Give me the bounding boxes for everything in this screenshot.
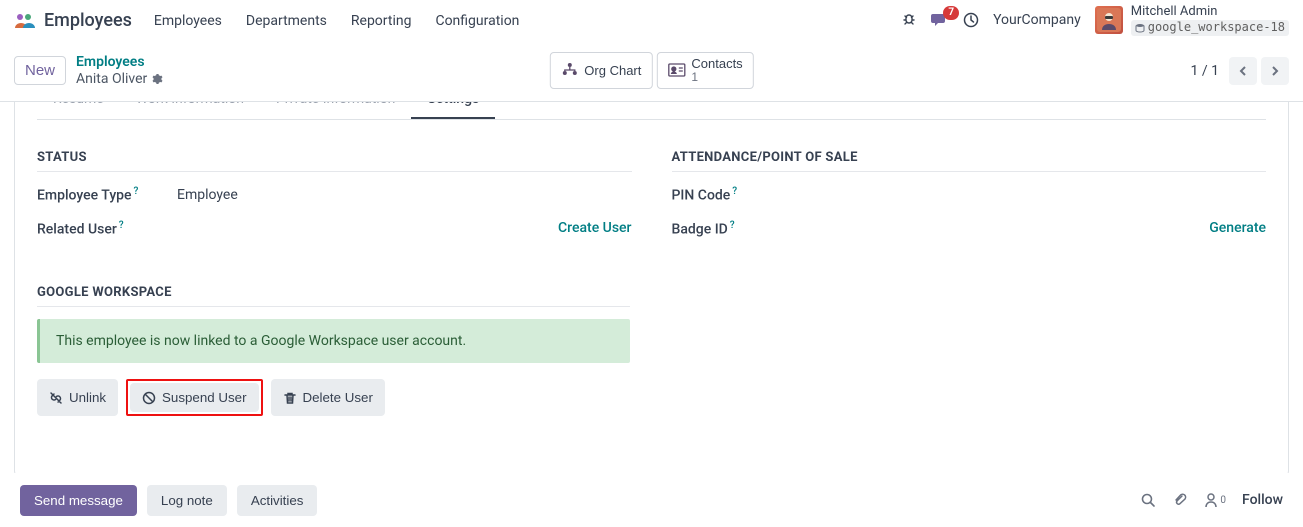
follower-count: 0 [1220,495,1226,506]
unlink-icon [49,391,63,405]
label-related-user: Related User? [37,220,177,238]
search-messages-icon[interactable] [1140,492,1156,508]
user-name: Mitchell Admin [1131,5,1289,20]
pager-next-button[interactable] [1261,57,1289,85]
nav-departments[interactable]: Departments [246,13,327,29]
messaging-badge: 7 [943,6,959,20]
help-icon[interactable]: ? [134,186,139,197]
ban-icon [142,391,156,405]
new-button[interactable]: New [14,56,66,85]
follow-button[interactable]: Follow [1242,492,1283,508]
user-menu[interactable]: Mitchell Admin google_workspace-18 [1095,5,1289,36]
help-icon[interactable]: ? [732,186,737,197]
database-badge: google_workspace-18 [1131,20,1289,36]
label-employee-type: Employee Type? [37,186,177,204]
nav-configuration[interactable]: Configuration [435,13,519,29]
trash-icon [283,391,297,405]
label-pin-code: PIN Code? [672,186,812,204]
generate-link[interactable]: Generate [1209,220,1266,236]
app-title[interactable]: Employees [44,10,132,31]
company-selector[interactable]: YourCompany [993,12,1081,28]
create-user-link[interactable]: Create User [558,220,631,236]
help-icon[interactable]: ? [730,220,735,231]
breadcrumb: Employees Anita Oliver [76,54,163,86]
suspend-user-button[interactable]: Suspend User [130,383,258,412]
log-note-button[interactable]: Log note [147,485,227,516]
section-status: STATUS [37,150,632,172]
pager-text[interactable]: 1 / 1 [1191,63,1219,79]
section-google-workspace: GOOGLE WORKSPACE [37,285,630,307]
avatar [1095,6,1123,34]
chevron-left-icon [1238,65,1248,77]
section-attendance: ATTENDANCE/POINT OF SALE [672,150,1267,172]
debug-icon[interactable] [901,12,917,28]
tab-work-information[interactable]: Work Information [120,102,260,119]
send-message-button[interactable]: Send message [20,485,137,516]
org-chart-icon [560,62,578,78]
unlink-button[interactable]: Unlink [37,379,118,416]
delete-user-button[interactable]: Delete User [271,379,385,416]
followers-icon[interactable]: 0 [1204,492,1226,508]
activities-icon[interactable] [963,12,979,28]
breadcrumb-parent[interactable]: Employees [76,54,163,70]
contact-card-icon [667,63,685,77]
label-badge-id: Badge ID? [672,220,812,238]
breadcrumb-current: Anita Oliver [76,71,163,87]
app-icon[interactable] [14,12,36,30]
highlight-suspend: Suspend User [126,379,262,416]
pager-prev-button[interactable] [1229,57,1257,85]
contacts-button[interactable]: Contacts1 [656,52,753,89]
help-icon[interactable]: ? [119,220,124,231]
nav-reporting[interactable]: Reporting [351,13,412,29]
org-chart-button[interactable]: Org Chart [549,52,652,89]
attachments-icon[interactable] [1172,492,1188,508]
tab-private-information[interactable]: Private Information [260,102,411,119]
gear-icon[interactable] [151,73,163,85]
tab-settings[interactable]: Settings [411,102,495,119]
chevron-right-icon [1270,65,1280,77]
tab-resume[interactable]: Resume [37,102,120,119]
value-employee-type[interactable]: Employee [177,187,632,203]
nav-employees[interactable]: Employees [154,13,222,29]
messaging-icon[interactable]: 7 [931,12,949,28]
activities-button[interactable]: Activities [237,485,318,516]
alert-linked: This employee is now linked to a Google … [37,319,630,363]
